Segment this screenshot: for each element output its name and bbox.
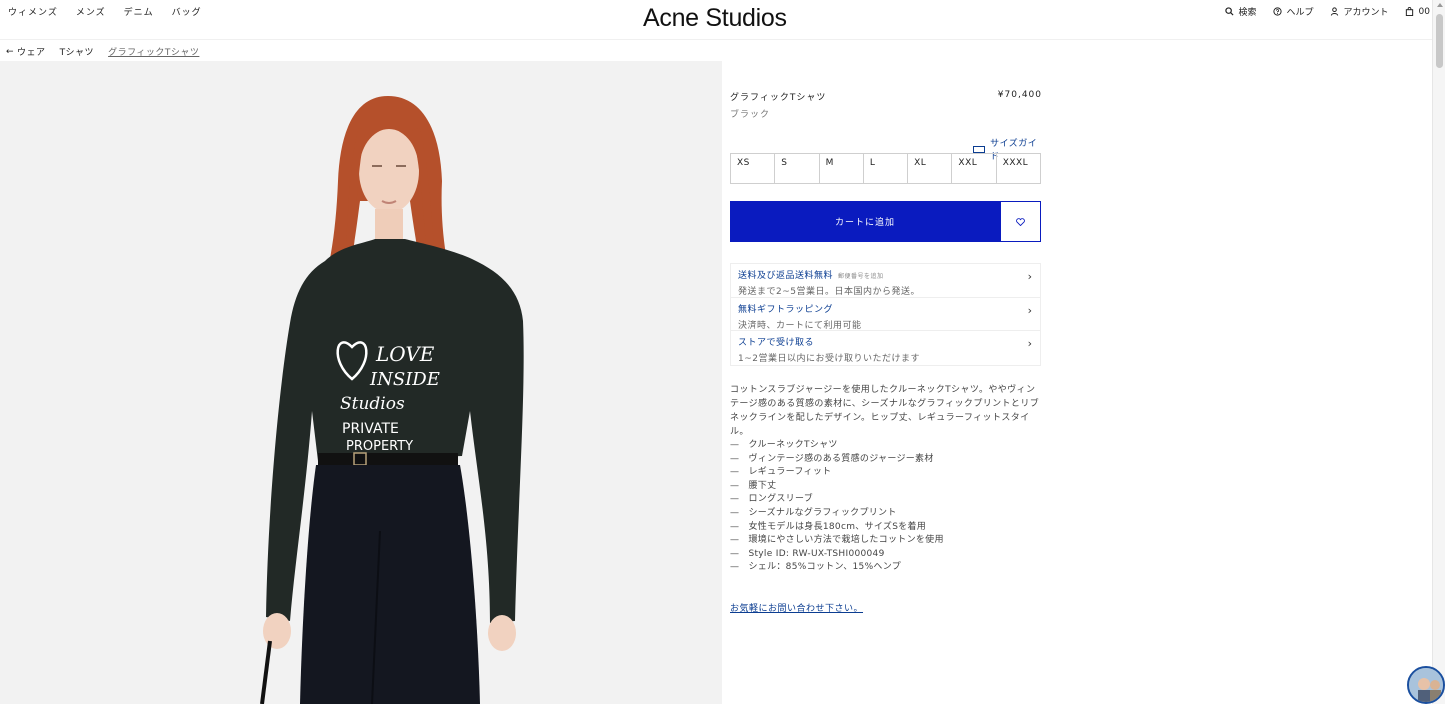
breadcrumb-back-label: ウェア [17, 48, 46, 58]
utility-nav: 検索 ヘルプ アカウント 00 [1224, 5, 1430, 18]
bag-icon [1405, 7, 1413, 16]
size-selector: XS S M L XL XXL XXXL [730, 153, 1041, 184]
chevron-right-icon: › [1027, 337, 1032, 350]
print-line-2: INSIDE [369, 369, 440, 390]
cart-count: 00 [1418, 6, 1430, 17]
gift-wrap-info[interactable]: 無料ギフトラッピング 決済時、カートにて利用可能 › [731, 298, 1040, 331]
print-line-1: LOVE [375, 342, 435, 366]
chevron-right-icon: › [1027, 303, 1032, 317]
product-color: ブラック [730, 110, 771, 120]
feature-item: 女性モデルは身長180cm、サイズSを着用 [730, 521, 1041, 535]
search-icon [1224, 7, 1234, 16]
contact-link[interactable]: お気軽にお問い合わせ下さい。 [730, 601, 863, 614]
shipping-sub: 発送まで2~5営業日。日本国内から発送。 [738, 287, 920, 297]
help-button[interactable]: ヘルプ [1272, 5, 1314, 18]
size-option-l[interactable]: L [864, 154, 909, 183]
chevron-right-icon: › [1027, 270, 1032, 283]
size-option-xs[interactable]: XS [731, 154, 776, 183]
store-pickup-sub: 1~2営業日以内にお受け取りいただけます [738, 354, 920, 364]
brand-logo[interactable]: Acne Studios [643, 4, 787, 33]
nav-mens[interactable]: メンズ [76, 5, 106, 18]
main-nav: ウィメンズ メンズ デニム バッグ [8, 5, 202, 18]
print-line-3: Studios [340, 394, 405, 414]
size-option-s[interactable]: S [775, 154, 820, 183]
gift-wrap-sub: 決済時、カートにて利用可能 [738, 320, 862, 331]
shipping-info[interactable]: 送料及び返品送料無料 郵便番号を追加 発送まで2~5営業日。日本国内から発送。 › [731, 264, 1040, 298]
arrow-left-icon: ← [6, 46, 15, 57]
model-photo: LOVE INSIDE Studios PRIVATE PROPERTY [0, 61, 722, 704]
scrollbar-thumb[interactable] [1436, 14, 1443, 68]
breadcrumb-back-link[interactable]: ← ウェア [6, 45, 46, 59]
size-option-xxl[interactable]: XXL [952, 154, 997, 183]
product-name: グラフィックTシャツ [730, 93, 827, 103]
cart-actions: カートに追加 [730, 201, 1041, 242]
service-info: 送料及び返品送料無料 郵便番号を追加 発送まで2~5営業日。日本国内から発送。 ›… [730, 263, 1041, 366]
wishlist-button[interactable] [1000, 201, 1041, 242]
gift-wrap-title: 無料ギフトラッピング [738, 304, 834, 315]
size-option-m[interactable]: M [820, 154, 864, 183]
ruler-icon [973, 145, 986, 153]
store-pickup-info[interactable]: ストアで受け取る 1~2営業日以内にお受け取りいただけます › [731, 331, 1040, 365]
breadcrumb-item-current[interactable]: グラフィックTシャツ [108, 45, 199, 58]
product-price: ¥70,400 [997, 90, 1042, 100]
chat-assistant-avatar[interactable] [1407, 666, 1445, 704]
search-button[interactable]: 検索 [1224, 5, 1257, 18]
help-icon [1272, 7, 1282, 16]
postcode-link[interactable]: 郵便番号を追加 [838, 273, 884, 280]
help-label: ヘルプ [1286, 8, 1314, 18]
feature-item: 環境にやさしい方法で栽培したコットンを使用 [730, 534, 1041, 548]
feature-item: シーズナルなグラフィックプリント [730, 507, 1041, 521]
nav-denim[interactable]: デニム [124, 5, 154, 18]
print-line-4: PRIVATE [342, 421, 399, 437]
feature-item: シェル：85%コットン、15%ヘンプ [730, 561, 1041, 575]
nav-bags[interactable]: バッグ [172, 5, 202, 18]
nav-womens[interactable]: ウィメンズ [8, 5, 58, 18]
feature-item: Style ID: RW-UX-TSHI000049 [730, 548, 1041, 562]
page-scrollbar[interactable] [1432, 0, 1445, 704]
print-line-5: PROPERTY [346, 439, 413, 454]
user-icon [1330, 7, 1338, 16]
product-panel: グラフィックTシャツ ¥70,400 ブラック サイズガイド XS S M L … [730, 90, 1042, 614]
feature-list: クルーネックTシャツ ヴィンテージ感のある質感のジャージー素材 レギュラーフィッ… [730, 439, 1041, 575]
account-button[interactable]: アカウント [1330, 5, 1389, 18]
search-label: 検索 [1238, 8, 1257, 18]
heart-icon [1016, 217, 1025, 226]
store-pickup-title: ストアで受け取る [738, 338, 815, 348]
size-option-xl[interactable]: XL [908, 154, 953, 183]
account-label: アカウント [1343, 8, 1389, 18]
feature-item: ロングスリーブ [730, 493, 1041, 507]
breadcrumb-item-tshirts[interactable]: Tシャツ [60, 45, 95, 58]
cart-button[interactable]: 00 [1405, 7, 1430, 17]
size-option-xxxl[interactable]: XXXL [997, 154, 1040, 183]
shipping-title: 送料及び返品送料無料 [738, 271, 834, 281]
site-header: ウィメンズ メンズ デニム バッグ Acne Studios 検索 ヘルプ アカ… [0, 0, 1432, 40]
feature-item: ヴィンテージ感のある質感のジャージー素材 [730, 453, 1041, 467]
feature-item: 腰下丈 [730, 480, 1041, 494]
breadcrumb: ← ウェア Tシャツ グラフィックTシャツ [6, 45, 199, 59]
add-to-cart-button[interactable]: カートに追加 [730, 201, 1000, 242]
scroll-up-arrow-icon[interactable] [1437, 3, 1443, 7]
feature-item: レギュラーフィット [730, 466, 1041, 480]
product-description: コットンスラブジャージーを使用したクルーネックTシャツ。ややヴィンテージ感のある… [730, 385, 1040, 437]
feature-item: クルーネックTシャツ [730, 439, 1041, 453]
product-image[interactable]: LOVE INSIDE Studios PRIVATE PROPERTY [0, 61, 722, 704]
